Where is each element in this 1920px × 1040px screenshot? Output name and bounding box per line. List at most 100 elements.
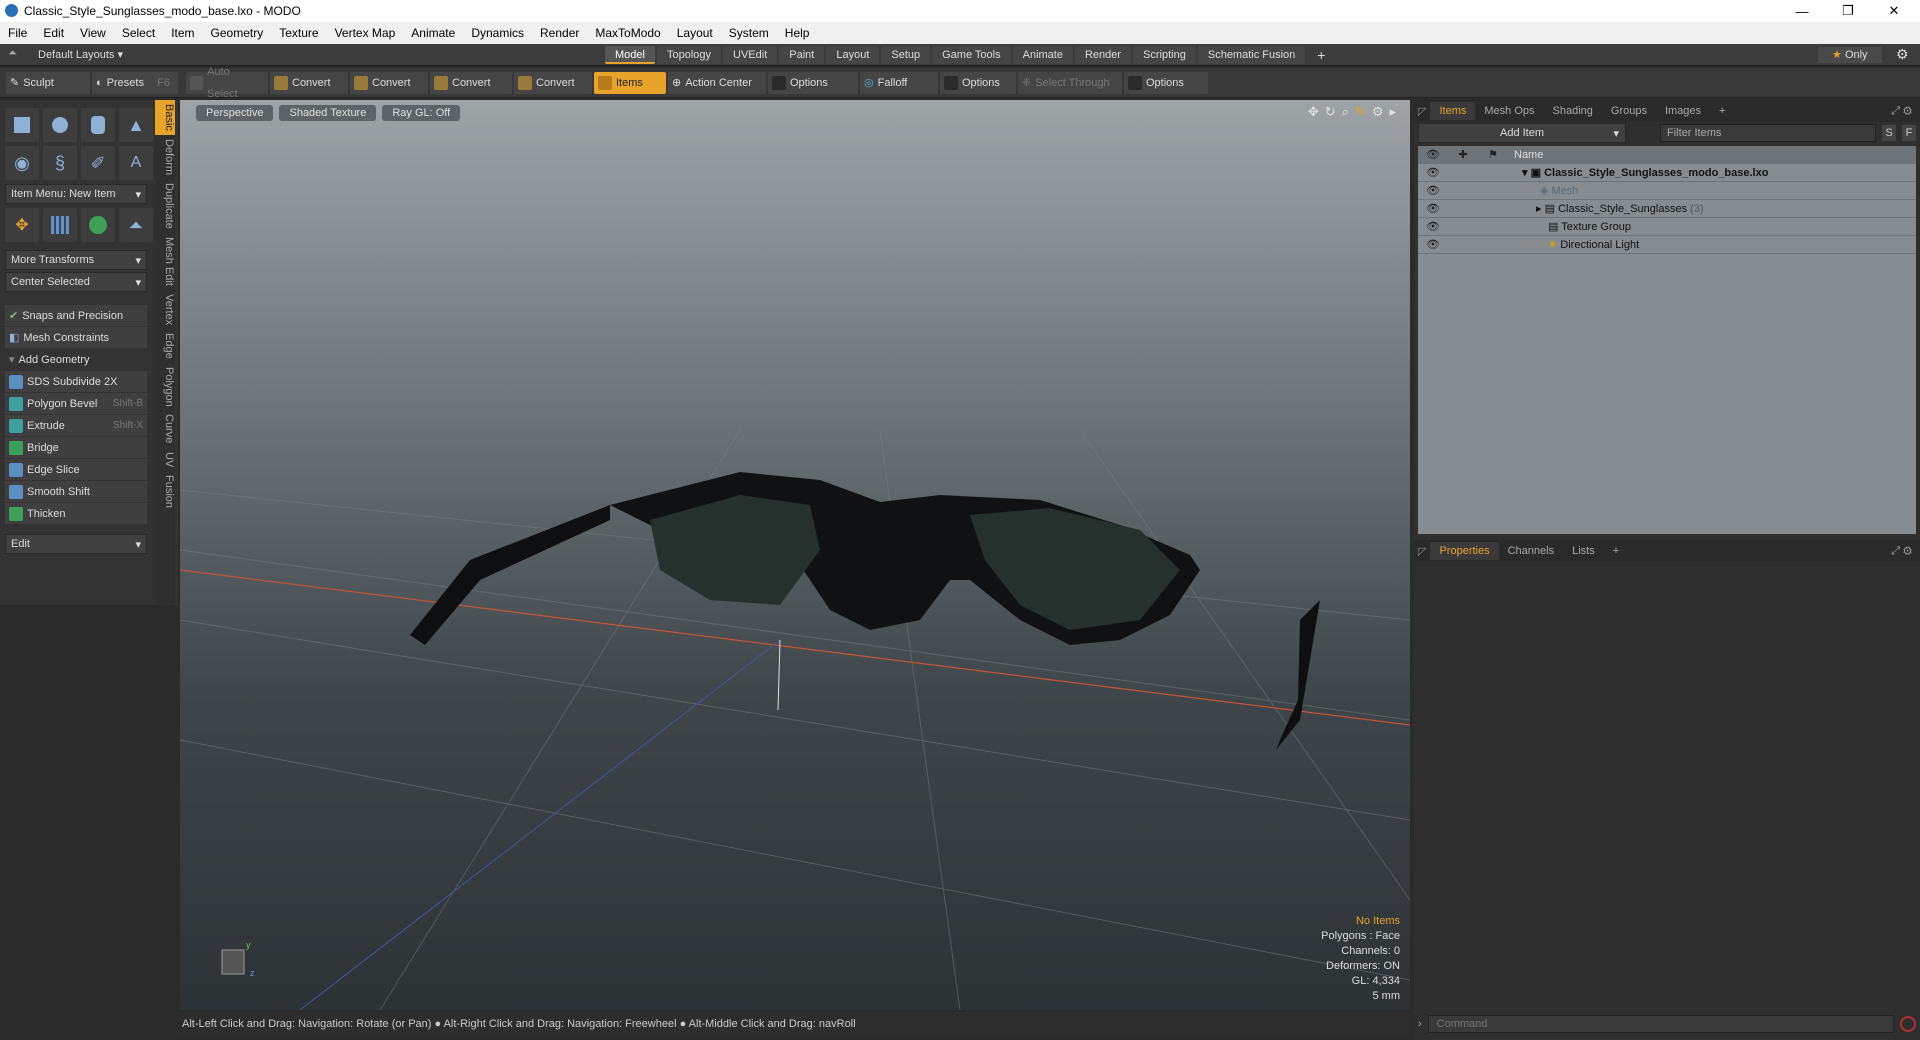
menu-maxtomodo[interactable]: MaxToModo xyxy=(587,22,668,44)
action-center-button[interactable]: ⊕ Action Center xyxy=(668,71,766,94)
menu-edit[interactable]: Edit xyxy=(35,22,72,44)
falloff-options-button[interactable]: Options xyxy=(940,71,1016,94)
tab-mesh-ops[interactable]: Mesh Ops xyxy=(1475,102,1543,120)
add-item-dropdown[interactable]: Add Item ▾ xyxy=(1418,123,1626,143)
tab-schematic-fusion[interactable]: Schematic Fusion xyxy=(1197,46,1306,64)
vtab-curve[interactable]: Curve xyxy=(155,410,175,447)
menu-layout[interactable]: Layout xyxy=(669,22,721,44)
menu-view[interactable]: View xyxy=(72,22,114,44)
add-tab-button[interactable]: + xyxy=(1307,46,1335,64)
tree-row-light[interactable]: 👁 ✷ Directional Light xyxy=(1418,236,1916,254)
tool-thicken[interactable]: Thicken xyxy=(5,503,147,524)
minimize-button[interactable]: — xyxy=(1780,0,1824,22)
vtab-polygon[interactable]: Polygon xyxy=(155,363,175,411)
menu-select[interactable]: Select xyxy=(114,22,163,44)
cube-icon[interactable] xyxy=(5,108,39,142)
tree-row-texture-group[interactable]: 👁 ▤ Texture Group xyxy=(1418,218,1916,236)
restore-button[interactable]: ❐ xyxy=(1826,0,1870,22)
expand-icon[interactable]: ⤢ ⚙ xyxy=(1891,105,1912,118)
tab-animate[interactable]: Animate xyxy=(1012,46,1073,64)
expand-arrow-icon[interactable]: ▸ xyxy=(1536,203,1542,215)
menu-render[interactable]: Render xyxy=(532,22,587,44)
tree-row-scene[interactable]: 👁 ▾ ▣ Classic_Style_Sunglasses_modo_base… xyxy=(1418,164,1916,182)
more-transforms-dropdown[interactable]: More Transforms ▾ xyxy=(5,250,147,270)
name-column-header[interactable]: Name xyxy=(1508,149,1543,161)
cone-icon[interactable]: ▲ xyxy=(119,108,153,142)
transform-icon[interactable]: ✥ xyxy=(5,208,39,242)
tab-channels[interactable]: Channels xyxy=(1499,542,1563,560)
items-mode-button[interactable]: Items xyxy=(594,71,666,94)
torus-icon[interactable]: ◉ xyxy=(5,146,39,180)
auto-select-button[interactable]: Auto Select xyxy=(186,66,268,100)
record-icon[interactable] xyxy=(1900,1016,1916,1032)
attr-column-icon[interactable]: ⚑ xyxy=(1478,148,1508,161)
close-button[interactable]: ✕ xyxy=(1872,0,1916,22)
tool-edge-slice[interactable]: Edge Slice xyxy=(5,459,147,480)
item-menu-dropdown[interactable]: Item Menu: New Item ▾ xyxy=(5,184,147,204)
tree-row-mesh[interactable]: 👁 ◈ Mesh xyxy=(1418,182,1916,200)
vtab-uv[interactable]: UV xyxy=(155,448,175,471)
command-input[interactable] xyxy=(1427,1015,1894,1033)
tab-uvedit[interactable]: UVEdit xyxy=(723,46,778,64)
panel-menu-icon[interactable]: ◸ xyxy=(1418,105,1426,118)
falloff-button[interactable]: ◎ Falloff xyxy=(860,71,938,94)
tab-lists[interactable]: Lists xyxy=(1563,542,1604,560)
mesh-constraints-button[interactable]: ◧ Mesh Constraints xyxy=(5,327,147,348)
tab-game-tools[interactable]: Game Tools xyxy=(932,46,1011,64)
tab-render[interactable]: Render xyxy=(1074,46,1132,64)
tool-smooth-shift[interactable]: Smooth Shift xyxy=(5,481,147,502)
menu-dynamics[interactable]: Dynamics xyxy=(463,22,532,44)
vtab-basic[interactable]: Basic xyxy=(155,100,175,135)
cylinder-icon[interactable] xyxy=(81,108,115,142)
tab-images[interactable]: Images xyxy=(1656,102,1710,120)
eye-icon[interactable]: 👁 xyxy=(1418,184,1448,197)
text-icon[interactable]: A xyxy=(119,146,153,180)
gear-icon[interactable]: ⚙ xyxy=(1896,46,1909,63)
snaps-precision-button[interactable]: ✔ Snaps and Precision xyxy=(5,305,147,326)
tab-items[interactable]: Items xyxy=(1430,102,1476,120)
vtab-mesh-edit[interactable]: Mesh Edit xyxy=(155,233,175,290)
expand-icon[interactable]: ⤢ ⚙ xyxy=(1891,545,1912,558)
convert-polygons-button[interactable]: Convert xyxy=(430,71,512,94)
menu-file[interactable]: File xyxy=(0,22,35,44)
convert-materials-button[interactable]: Convert xyxy=(514,71,592,94)
tool-sds-subdivide[interactable]: SDS Subdivide 2X xyxy=(5,371,147,392)
eye-icon[interactable]: 👁 xyxy=(1418,202,1448,215)
tree-row-sunglasses[interactable]: 👁 ▸ ▤ Classic_Style_Sunglasses (3) xyxy=(1418,200,1916,218)
sphere-icon[interactable] xyxy=(43,108,77,142)
convert-edges-button[interactable]: Convert xyxy=(350,71,428,94)
globe-icon[interactable] xyxy=(81,208,115,242)
menu-geometry[interactable]: Geometry xyxy=(203,22,272,44)
tab-paint[interactable]: Paint xyxy=(779,46,825,64)
menu-item[interactable]: Item xyxy=(163,22,202,44)
menu-help[interactable]: Help xyxy=(777,22,818,44)
vtab-edge[interactable]: Edge xyxy=(155,329,175,363)
sunglasses-model[interactable] xyxy=(410,472,1320,750)
action-center-options-button[interactable]: Options xyxy=(768,71,858,94)
tab-model[interactable]: Model xyxy=(605,46,655,64)
add-geometry-header[interactable]: ▾ Add Geometry xyxy=(5,349,147,370)
plane-icon[interactable]: ⏶ xyxy=(119,208,153,242)
sculpt-button[interactable]: ✎ Sculpt xyxy=(6,71,90,94)
presets-button[interactable]: ◐ Presets F6 xyxy=(92,71,178,94)
tool-bridge[interactable]: Bridge xyxy=(5,437,147,458)
lock-column-icon[interactable]: ✚ xyxy=(1448,148,1478,161)
menu-vertex-map[interactable]: Vertex Map xyxy=(327,22,404,44)
layout-dropdown[interactable]: Default Layouts ▾ xyxy=(38,48,123,61)
eye-column-icon[interactable]: 👁 xyxy=(1418,148,1448,161)
eye-icon[interactable]: 👁 xyxy=(1418,220,1448,233)
eye-icon[interactable]: 👁 xyxy=(1418,166,1448,179)
tab-scripting[interactable]: Scripting xyxy=(1133,46,1196,64)
add-tab-button[interactable]: + xyxy=(1710,102,1734,120)
menu-texture[interactable]: Texture xyxy=(271,22,326,44)
tool-polygon-bevel[interactable]: Polygon Bevel Shift-B xyxy=(5,393,147,414)
vtab-fusion[interactable]: Fusion xyxy=(155,471,175,512)
filter-items-input[interactable]: Filter Items xyxy=(1660,124,1876,142)
tab-topology[interactable]: Topology xyxy=(656,46,722,64)
only-toggle[interactable]: ★ Only xyxy=(1818,47,1882,63)
tool-extrude[interactable]: Extrude Shift-X xyxy=(5,415,147,436)
edit-dropdown[interactable]: Edit ▾ xyxy=(5,534,147,554)
tab-properties[interactable]: Properties xyxy=(1430,542,1499,560)
tube-icon[interactable]: § xyxy=(43,146,77,180)
f-button[interactable]: F xyxy=(1902,125,1916,141)
